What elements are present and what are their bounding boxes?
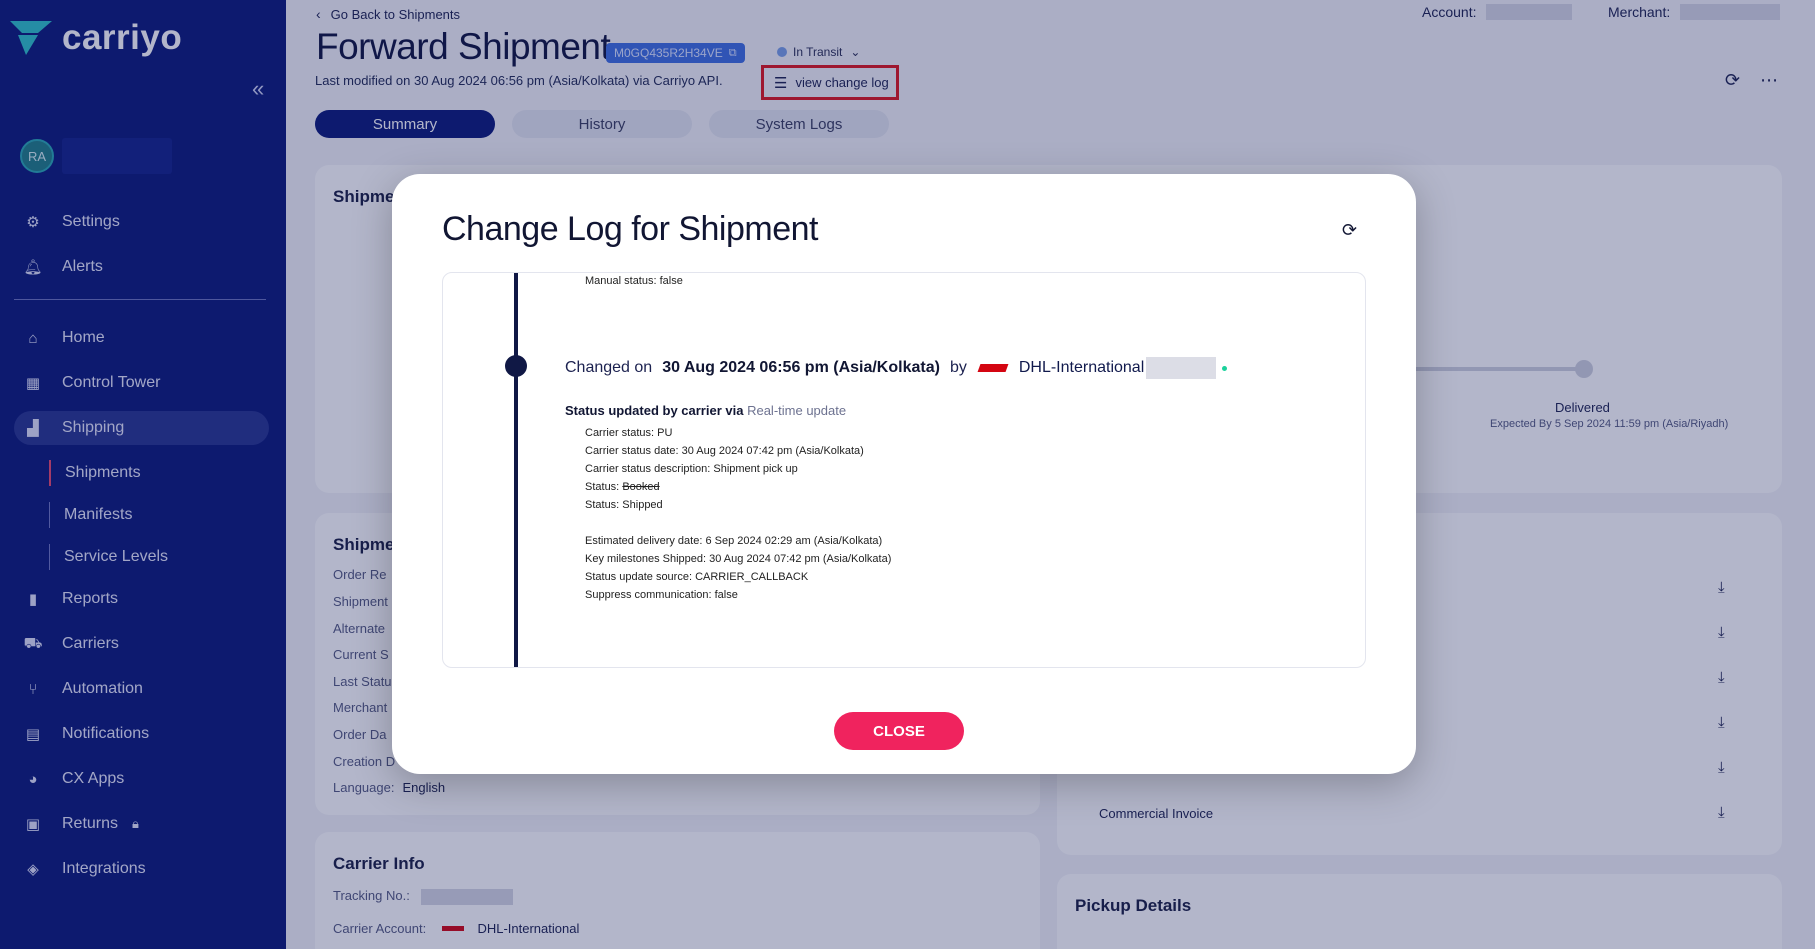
change-log-modal: Change Log for Shipment ⟳ Manual status:… [392,174,1416,774]
carrier-name: DHL-International [1018,359,1145,376]
log-line: Carrier status date: 30 Aug 2024 07:42 p… [585,445,864,457]
update-heading: Status updated by carrier via Real-time … [565,403,846,418]
refresh-icon[interactable]: ⟳ [1342,220,1357,241]
log-line: Estimated delivery date: 6 Sep 2024 02:2… [585,535,883,547]
changed-on-label: Changed on [565,359,653,376]
log-entry-header: Changed on 30 Aug 2024 06:56 pm (Asia/Ko… [565,357,1228,379]
modal-title: Change Log for Shipment [442,210,818,248]
by-label: by [949,359,967,376]
update-source: Real-time update [747,403,847,418]
dhl-logo-icon [977,364,1009,372]
changed-on-value: 30 Aug 2024 06:56 pm (Asia/Kolkata) [662,359,940,376]
carrier-account-redacted [1146,357,1217,379]
log-line: Manual status: false [585,275,683,287]
close-button[interactable]: CLOSE [834,712,964,750]
log-line-status-old: Status: Booked [585,481,660,493]
log-line: Carrier status description: Shipment pic… [585,463,798,475]
timeline-line [514,273,518,667]
change-log-list[interactable]: Manual status: false Changed on 30 Aug 2… [442,272,1366,668]
log-line: Status: Shipped [585,499,663,511]
log-line: Status update source: CARRIER_CALLBACK [585,571,809,583]
status-old-value: Booked [622,481,660,493]
update-heading-text: Status updated by carrier via [565,403,744,418]
log-line: Key milestones Shipped: 30 Aug 2024 07:4… [585,553,892,565]
timeline-dot [505,355,527,377]
status-old-label: Status: [585,481,620,493]
log-line: Suppress communication: false [585,589,738,601]
online-status-dot [1222,365,1228,371]
log-line: Carrier status: PU [585,427,673,439]
